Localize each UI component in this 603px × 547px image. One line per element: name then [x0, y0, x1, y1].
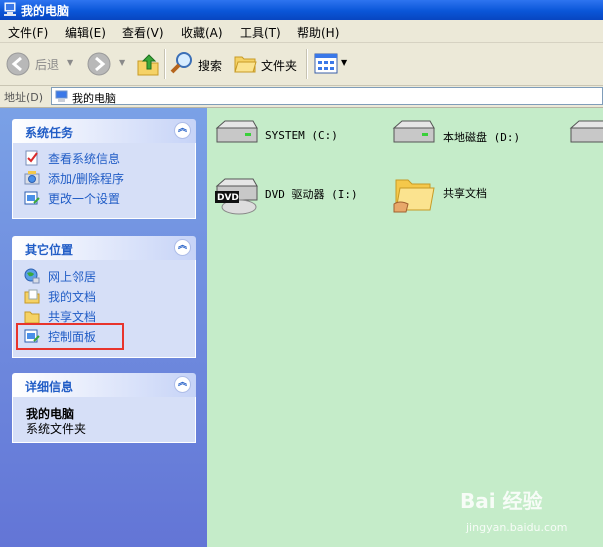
system-info-icon — [25, 150, 38, 166]
menu-bar: 文件(F) 编辑(E) 查看(V) 收藏(A) 工具(T) 帮助(H) — [0, 20, 603, 43]
add-remove-programs-icon — [24, 171, 40, 185]
collapse-chevron-icon[interactable]: ︽ — [174, 376, 191, 393]
drive-label: DVD 驱动器 (I:) — [265, 188, 358, 201]
link-label: 我的文档 — [48, 290, 97, 304]
change-setting-icon — [24, 191, 40, 205]
collapse-chevron-icon[interactable]: ︽ — [174, 239, 191, 256]
folders-icon — [234, 56, 257, 73]
address-label: 地址(D) — [4, 91, 44, 104]
up-folder-icon — [137, 54, 159, 76]
panel-title: 详细信息 — [25, 380, 74, 394]
panel-title: 系统任务 — [25, 126, 74, 140]
link-label: 添加/删除程序 — [48, 172, 125, 186]
toolbar-separator — [306, 49, 308, 79]
address-bar: 地址(D) 我的电脑 — [0, 86, 603, 108]
menu-help[interactable]: 帮助(H) — [297, 24, 339, 41]
views-dropdown-icon: ▼ — [341, 58, 348, 67]
menu-edit[interactable]: 编辑(E) — [65, 24, 106, 41]
link-label: 更改一个设置 — [48, 192, 121, 206]
drive-label: SYSTEM (C:) — [265, 129, 338, 142]
drive-d[interactable]: 本地磁盘 (D:) — [390, 118, 560, 158]
details-body: 我的电脑 系统文件夹 — [12, 397, 196, 443]
shared-folder-icon — [393, 179, 435, 213]
menu-view[interactable]: 查看(V) — [122, 24, 164, 41]
watermark: Bai 经验 jingyan.baidu.com — [460, 485, 600, 541]
hard-drive-icon — [215, 120, 258, 143]
drive-dvd[interactable]: DVD DVD 驱动器 (I:) — [213, 174, 373, 218]
drive-label: 本地磁盘 (D:) — [443, 131, 521, 144]
back-label: 后退 — [35, 58, 60, 72]
my-documents-icon — [24, 289, 40, 304]
forward-dropdown-icon[interactable]: ▼ — [119, 58, 125, 67]
toolbar-separator — [164, 49, 166, 79]
content-pane: SYSTEM (C:) 本地磁盘 (D:) DVD DVD 驱动器 (I:) 共… — [207, 108, 603, 547]
my-computer-icon — [55, 90, 68, 102]
hard-drive-icon — [392, 120, 435, 143]
link-label: 网上邻居 — [48, 270, 97, 284]
collapse-chevron-icon[interactable]: ︽ — [174, 122, 191, 139]
my-computer-icon — [4, 2, 16, 16]
menu-file[interactable]: 文件(F) — [8, 24, 48, 41]
search-button[interactable]: 搜索 — [170, 51, 228, 77]
drive-label: 共享文档 — [443, 187, 487, 200]
watermark-url: jingyan.baidu.com — [466, 521, 568, 534]
drive-c[interactable]: SYSTEM (C:) — [213, 118, 363, 158]
back-button[interactable]: 后退 — [6, 50, 68, 78]
panel-title: 其它位置 — [25, 243, 74, 257]
link-label: 查看系统信息 — [48, 152, 121, 166]
menu-tools[interactable]: 工具(T) — [240, 24, 281, 41]
details-type: 系统文件夹 — [26, 422, 87, 436]
hard-drive-icon — [569, 120, 603, 143]
system-tasks-header[interactable]: 系统任务 ︽ — [12, 119, 196, 143]
back-arrow-icon — [6, 52, 30, 76]
system-tasks-panel: 系统任务 ︽ 查看系统信息 添加/删除程序 更改一个设置 — [12, 119, 196, 219]
other-places-header[interactable]: 其它位置 ︽ — [12, 236, 196, 260]
watermark-text: Bai 经验 — [460, 489, 543, 513]
address-value: 我的电脑 — [72, 92, 116, 105]
views-button[interactable]: ▼ — [313, 52, 350, 76]
folders-label: 文件夹 — [261, 59, 298, 73]
window-title: 我的电脑 — [21, 4, 70, 18]
forward-button[interactable] — [87, 52, 111, 76]
svg-text:DVD: DVD — [217, 193, 239, 203]
drive-partial[interactable] — [567, 118, 603, 158]
dvd-drive-icon: DVD — [215, 178, 258, 215]
title-bar[interactable]: 我的电脑 — [0, 0, 603, 20]
network-places-icon — [24, 268, 40, 284]
menu-favorites[interactable]: 收藏(A) — [181, 24, 223, 41]
views-icon — [314, 53, 338, 74]
details-panel: 详细信息 ︽ 我的电脑 系统文件夹 — [12, 373, 196, 443]
up-folder-button[interactable] — [136, 51, 160, 77]
forward-arrow-icon — [87, 52, 111, 76]
address-field[interactable]: 我的电脑 — [51, 87, 603, 105]
folders-button[interactable]: 文件夹 — [233, 51, 303, 77]
toolbar: 后退 ▼ ▼ 搜索 文件夹 ▼ — [0, 43, 603, 86]
highlight-box — [16, 323, 124, 350]
shared-documents-icon — [24, 311, 40, 324]
details-header[interactable]: 详细信息 ︽ — [12, 373, 196, 397]
search-label: 搜索 — [198, 59, 223, 73]
system-tasks-body: 查看系统信息 添加/删除程序 更改一个设置 — [12, 143, 196, 219]
back-dropdown-icon[interactable]: ▼ — [67, 58, 73, 67]
search-icon — [170, 52, 192, 74]
shared-folder[interactable]: 共享文档 — [390, 174, 530, 218]
